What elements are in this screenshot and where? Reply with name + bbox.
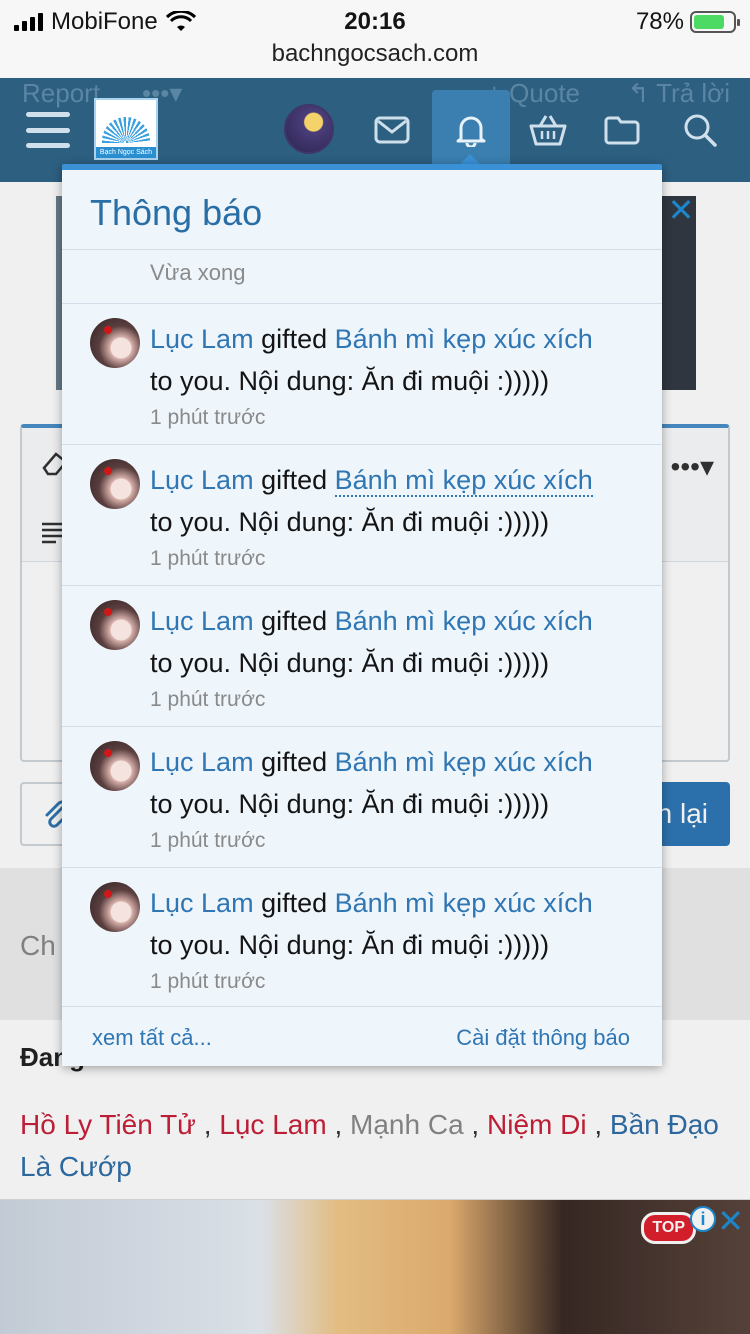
url-bar[interactable]: bachngocsach.com	[0, 40, 750, 68]
avatar[interactable]	[90, 318, 140, 368]
folder-icon[interactable]	[596, 104, 648, 156]
user-link[interactable]: Lục Lam	[150, 747, 254, 777]
user-avatar[interactable]	[284, 104, 334, 154]
user-link[interactable]: Lục Lam	[150, 606, 254, 636]
notification-verb: gifted	[253, 324, 335, 354]
mail-icon[interactable]	[366, 104, 418, 156]
notification-settings-link[interactable]: Cài đặt thông báo	[456, 1025, 630, 1051]
notification-item[interactable]: Lục Lam gifted Bánh mì kẹp xúc xích to y…	[62, 586, 662, 727]
logo-text: Bạch Ngọc Sách	[96, 147, 156, 158]
notification-message: to you. Nội dung: Ăn đi muội :)))))	[150, 648, 550, 678]
user-link[interactable]: Lục Lam	[150, 324, 254, 354]
notification-verb: gifted	[253, 888, 335, 918]
notification-item[interactable]: Lục Lam gifted Bánh mì kẹp xúc xích to y…	[62, 868, 662, 1009]
battery-status: 78%	[635, 8, 740, 36]
notification-item[interactable]: Lục Lam gifted Bánh mì kẹp xúc xích to y…	[62, 445, 662, 586]
gift-link[interactable]: Bánh mì kẹp xúc xích	[335, 606, 593, 636]
user-link[interactable]: Lục Lam	[150, 888, 254, 918]
menu-icon[interactable]	[26, 112, 70, 148]
notification-message: to you. Nội dung: Ăn đi muội :)))))	[150, 507, 550, 537]
notification-time: 1 phút trước	[150, 829, 266, 852]
avatar[interactable]	[90, 600, 140, 650]
avatar[interactable]	[90, 882, 140, 932]
gift-link[interactable]: Bánh mì kẹp xúc xích	[335, 324, 593, 354]
gift-link[interactable]: Bánh mì kẹp xúc xích	[335, 747, 593, 777]
notification-message: to you. Nội dung: Ăn đi muội :)))))	[150, 789, 550, 819]
notification-item[interactable]: Lục Lam gifted Bánh mì kẹp xúc xích to y…	[62, 727, 662, 868]
search-icon[interactable]	[674, 104, 726, 156]
battery-percent: 78%	[635, 8, 684, 35]
bell-icon[interactable]	[445, 104, 497, 156]
notification-time: 1 phút trước	[150, 970, 266, 993]
notification-time: 1 phút trước	[150, 547, 266, 570]
user-link[interactable]: Lục Lam	[150, 465, 254, 495]
site-logo[interactable]: Bạch Ngọc Sách	[94, 98, 158, 160]
popup-footer: xem tất cả... Cài đặt thông báo	[62, 1006, 662, 1066]
notification-verb: gifted	[253, 465, 335, 495]
gift-link[interactable]: Bánh mì kẹp xúc xích	[335, 888, 593, 918]
see-all-link[interactable]: xem tất cả...	[92, 1025, 212, 1051]
gift-link[interactable]: Bánh mì kẹp xúc xích	[334, 465, 593, 497]
notification-time: 1 phút trước	[150, 688, 266, 711]
notification-verb: gifted	[253, 606, 335, 636]
avatar[interactable]	[90, 459, 140, 509]
notification-item[interactable]: Lục Lam gifted Bánh mì kẹp xúc xích to y…	[62, 304, 662, 445]
popup-title: Thông báo	[62, 170, 662, 250]
status-bar: MobiFone 20:16 78% bachngocsach.com	[0, 0, 750, 78]
notifications-popup: Thông báo Vừa xong Lục Lam gifted Bánh m…	[62, 164, 662, 1066]
notification-time: 1 phút trước	[150, 406, 266, 429]
time-group-label: Vừa xong	[62, 250, 662, 304]
battery-icon	[690, 11, 740, 33]
notification-verb: gifted	[253, 747, 335, 777]
notification-message: to you. Nội dung: Ăn đi muội :)))))	[150, 366, 550, 396]
avatar[interactable]	[90, 741, 140, 791]
notification-message: to you. Nội dung: Ăn đi muội :)))))	[150, 930, 550, 960]
report-link[interactable]: Report	[22, 78, 100, 109]
basket-icon[interactable]	[522, 104, 574, 156]
